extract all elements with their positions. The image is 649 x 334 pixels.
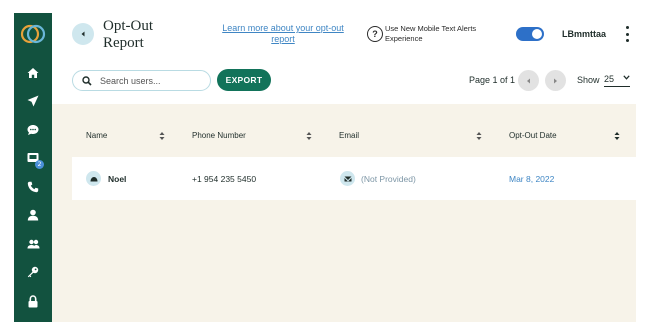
column-header-phone[interactable]: Phone Number xyxy=(192,131,246,141)
sort-icon[interactable] xyxy=(614,131,620,141)
search-box xyxy=(72,70,211,91)
envelope-icon xyxy=(344,176,351,181)
sidebar-item-lock[interactable] xyxy=(23,293,43,309)
users-icon xyxy=(27,239,39,249)
mobile-alerts-toggle[interactable] xyxy=(516,27,544,41)
help-icon[interactable]: ? xyxy=(367,26,383,42)
search-input[interactable] xyxy=(100,74,205,88)
show-label: Show xyxy=(577,75,600,85)
cell-opt-out-date: Mar 8, 2022 xyxy=(509,174,555,184)
cell-email: (Not Provided) xyxy=(361,174,416,184)
sort-icon[interactable] xyxy=(306,131,312,141)
sort-icon[interactable] xyxy=(159,131,165,141)
sidebar-item-inbox[interactable]: 2 xyxy=(23,150,44,169)
email-icon xyxy=(340,171,355,186)
export-button[interactable]: EXPORT xyxy=(217,69,271,91)
sidebar-item-users[interactable] xyxy=(23,236,43,252)
sidebar-item-user[interactable] xyxy=(23,207,43,223)
chat-icon xyxy=(27,125,39,135)
column-header-name[interactable]: Name xyxy=(86,131,107,141)
mobile-alerts-label: Use New Mobile Text Alerts Experience xyxy=(385,24,477,43)
learn-more-link[interactable]: Learn more about your opt-out report xyxy=(213,23,353,45)
user-icon xyxy=(27,209,39,221)
page-size-select[interactable]: 25 xyxy=(604,73,630,87)
sidebar-item-key[interactable] xyxy=(23,264,43,280)
send-icon xyxy=(27,95,39,107)
sort-icon[interactable] xyxy=(476,131,482,141)
next-page-button[interactable] xyxy=(545,70,566,91)
app-frame: 2 Opt-Out Report Learn more about your o… xyxy=(14,13,636,322)
inbox-badge: 2 xyxy=(35,160,44,169)
back-button[interactable] xyxy=(72,23,94,45)
app-logo[interactable] xyxy=(19,23,47,45)
column-header-opt-out-date[interactable]: Opt-Out Date xyxy=(509,131,557,141)
column-header-email[interactable]: Email xyxy=(339,131,359,141)
chevron-left-icon xyxy=(81,31,85,37)
page-info: Page 1 of 1 xyxy=(469,75,516,85)
chevron-down-icon xyxy=(623,75,630,80)
phone-icon xyxy=(27,181,39,193)
lock-icon xyxy=(28,294,38,307)
sidebar-item-home[interactable] xyxy=(23,65,43,81)
sidebar-item-chat[interactable] xyxy=(23,122,43,138)
sidebar: 2 xyxy=(14,13,52,322)
cell-phone: +1 954 235 5450 xyxy=(192,174,257,184)
more-options-icon[interactable] xyxy=(624,26,630,42)
page-size-value: 25 xyxy=(604,74,615,84)
sidebar-item-phone[interactable] xyxy=(23,179,43,195)
home-icon xyxy=(27,68,39,78)
user-icon xyxy=(90,176,97,181)
user-name[interactable]: LBmmttaa xyxy=(562,28,606,40)
page-title: Opt-Out Report xyxy=(103,18,153,51)
search-icon xyxy=(82,76,92,86)
toggle-knob xyxy=(532,29,542,39)
chevron-right-icon xyxy=(554,78,557,83)
key-icon xyxy=(27,266,39,278)
prev-page-button[interactable] xyxy=(518,70,539,91)
chevron-left-icon xyxy=(527,78,530,83)
avatar xyxy=(86,171,101,186)
sidebar-item-send[interactable] xyxy=(23,93,43,109)
cell-name: Noel xyxy=(108,174,127,184)
